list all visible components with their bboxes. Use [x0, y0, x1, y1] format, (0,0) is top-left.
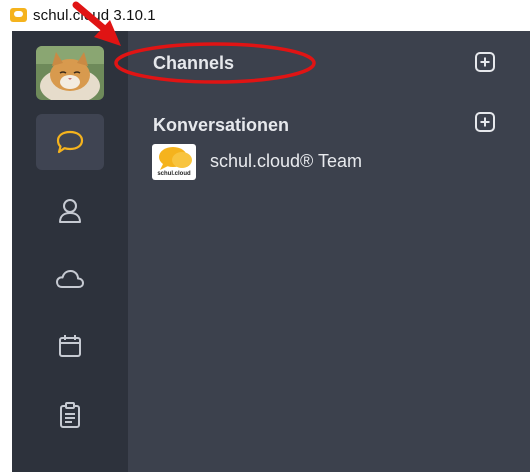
nav-chats-button[interactable]: [36, 114, 104, 170]
add-channel-button[interactable]: [474, 51, 496, 73]
channels-heading[interactable]: Channels: [153, 53, 234, 74]
cloud-icon: [56, 270, 84, 288]
nav-rail: [12, 31, 128, 472]
calendar-icon: [59, 335, 81, 357]
window-title-bar: schul.cloud 3.10.1: [0, 0, 530, 31]
window-title: schul.cloud 3.10.1: [33, 7, 156, 24]
speech-bubble-icon: [56, 130, 84, 154]
clipboard-icon: [60, 402, 80, 428]
schul-cloud-logo-icon: [159, 147, 192, 170]
nav-tasks-button[interactable]: [36, 387, 104, 443]
user-avatar[interactable]: [36, 46, 104, 100]
nav-calendar-button[interactable]: [36, 318, 104, 374]
conversation-avatar-label: schul.cloud: [157, 171, 191, 177]
plus-square-icon: [475, 52, 495, 72]
add-conversation-button[interactable]: [474, 111, 496, 133]
nav-contacts-button[interactable]: [36, 183, 104, 239]
plus-square-icon: [475, 112, 495, 132]
conversation-avatar: schul.cloud: [152, 144, 196, 180]
conversations-heading: Konversationen: [153, 115, 290, 135]
person-icon: [59, 199, 81, 223]
nav-cloud-button[interactable]: [36, 251, 104, 307]
app-icon: [10, 8, 27, 22]
conversation-list-panel: Channels Konversationen schul.cloud schu…: [128, 31, 530, 472]
conversation-item[interactable]: schul.cloud schul.cloud® Team: [152, 143, 512, 181]
conversation-name: schul.cloud® Team: [210, 151, 363, 171]
